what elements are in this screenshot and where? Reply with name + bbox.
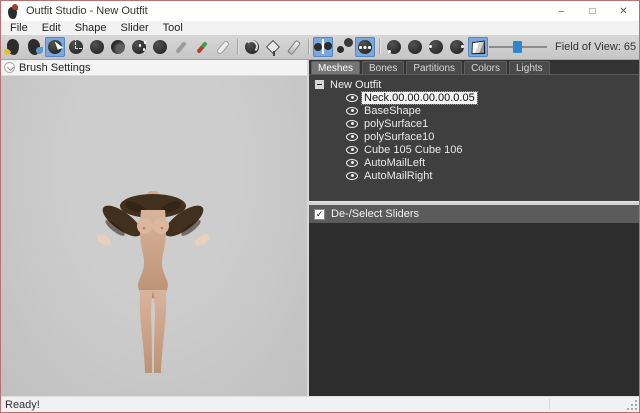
field-of-view-control: Field of View: 65 <box>489 40 639 54</box>
close-button[interactable]: ✕ <box>608 1 639 21</box>
maximize-button[interactable]: □ <box>577 1 608 21</box>
titlebar: Outfit Studio - New Outfit – □ ✕ <box>1 1 639 21</box>
visibility-eye-icon[interactable] <box>346 132 358 141</box>
load-project-icon[interactable] <box>3 37 23 57</box>
statusbar-divider <box>549 399 550 410</box>
statusbar: Ready! <box>1 396 639 412</box>
deselect-sliders-header: ✓ De-/Select Sliders <box>309 205 639 223</box>
collapse-expander-icon[interactable] <box>315 80 324 89</box>
smooth-brush-icon[interactable] <box>150 37 170 57</box>
brush-settings-label: Brush Settings <box>19 61 91 74</box>
window-controls: – □ ✕ <box>546 1 639 21</box>
tree-item-neck[interactable]: Neck.00.00.00.00.0.05 <box>309 90 639 105</box>
meshes-tree: New Outfit Neck.00.00.00.00.0.05 BaseSha… <box>309 75 639 201</box>
minimize-button[interactable]: – <box>546 1 577 21</box>
perspective-toggle-icon[interactable] <box>468 37 488 57</box>
sliders-list-panel <box>309 223 639 396</box>
main-content: Brush Settings Meshes Bones Partitions C… <box>1 60 639 396</box>
slider-thumb[interactable] <box>513 41 523 53</box>
mask-brush-icon[interactable] <box>66 37 86 57</box>
menu-file[interactable]: File <box>3 22 35 34</box>
resize-grip[interactable] <box>628 401 637 410</box>
brush-collision-toggle-icon[interactable] <box>355 37 375 57</box>
tree-root-new-outfit[interactable]: New Outfit <box>309 78 639 91</box>
brush-settings-header[interactable]: Brush Settings <box>1 60 307 76</box>
tab-partitions[interactable]: Partitions <box>406 61 463 74</box>
light-directional0-toggle-icon[interactable] <box>405 37 425 57</box>
tree-root-label: New Outfit <box>330 78 382 91</box>
select-brush-icon[interactable] <box>45 37 65 57</box>
tab-lights[interactable]: Lights <box>508 61 550 74</box>
left-pane: Brush Settings <box>1 60 309 396</box>
visibility-eye-icon[interactable] <box>346 158 358 167</box>
tree-item-cube105-106[interactable]: Cube 105 Cube 106 <box>309 143 639 156</box>
alpha-brush-icon[interactable] <box>213 37 233 57</box>
right-pane: Meshes Bones Partitions Colors Lights New Ou… <box>309 60 639 396</box>
window-title: Outfit Studio - New Outfit <box>26 5 148 17</box>
menu-shape[interactable]: Shape <box>68 22 114 34</box>
viewport-3d[interactable] <box>1 76 307 396</box>
move-brush-icon[interactable] <box>129 37 149 57</box>
tab-meshes[interactable]: Meshes <box>311 61 361 74</box>
toolbar-separator <box>305 37 312 57</box>
deselect-sliders-checkbox[interactable]: ✓ <box>314 208 325 220</box>
toolbar: Field of View: 65 <box>1 35 639 60</box>
menu-tool[interactable]: Tool <box>156 22 190 34</box>
deflate-brush-icon[interactable] <box>108 37 128 57</box>
tree-item-baseshape[interactable]: BaseShape <box>309 104 639 117</box>
visibility-eye-icon[interactable] <box>346 93 358 102</box>
field-of-view-slider[interactable] <box>489 40 547 54</box>
weight-brush-icon[interactable] <box>171 37 191 57</box>
visibility-eye-icon[interactable] <box>346 119 358 128</box>
tree-item-automailleft[interactable]: AutoMailLeft <box>309 156 639 169</box>
menubar: File Edit Shape Slider Tool <box>1 21 639 35</box>
light-directional2-toggle-icon[interactable] <box>447 37 467 57</box>
tab-colors[interactable]: Colors <box>464 61 507 74</box>
app-logo-icon <box>7 3 19 19</box>
x-mirror-toggle-icon[interactable] <box>313 37 333 57</box>
inflate-brush-icon[interactable] <box>87 37 107 57</box>
outfit-studio-window: Outfit Studio - New Outfit – □ ✕ File Edit S… <box>0 0 640 413</box>
pin-vertex-icon[interactable] <box>263 37 283 57</box>
transform-tool-icon[interactable] <box>242 37 262 57</box>
light-frontal-toggle-icon[interactable] <box>384 37 404 57</box>
toolbar-separator <box>234 37 241 57</box>
field-of-view-label: Field of View: 65 <box>555 41 637 53</box>
light-directional1-toggle-icon[interactable] <box>426 37 446 57</box>
model-render <box>96 191 210 373</box>
edit-vertex-icon[interactable] <box>284 37 304 57</box>
menu-edit[interactable]: Edit <box>35 22 68 34</box>
panel-tabs: Meshes Bones Partitions Colors Lights <box>309 60 639 75</box>
tree-item-polysurface10[interactable]: polySurface10 <box>309 130 639 143</box>
connected-only-toggle-icon[interactable] <box>334 37 354 57</box>
toolbar-separator <box>376 37 383 57</box>
tab-bones[interactable]: Bones <box>362 61 405 74</box>
visibility-eye-icon[interactable] <box>346 106 358 115</box>
status-text: Ready! <box>5 398 40 411</box>
visibility-eye-icon[interactable] <box>346 145 358 154</box>
tree-item-polysurface1[interactable]: polySurface1 <box>309 117 639 130</box>
deselect-sliders-label: De-/Select Sliders <box>331 208 420 220</box>
color-brush-icon[interactable] <box>192 37 212 57</box>
tree-item-automailright[interactable]: AutoMailRight <box>309 169 639 182</box>
load-reference-icon[interactable] <box>24 37 44 57</box>
menu-slider[interactable]: Slider <box>114 22 156 34</box>
visibility-eye-icon[interactable] <box>346 171 358 180</box>
collapse-chevron-icon[interactable] <box>4 62 15 73</box>
